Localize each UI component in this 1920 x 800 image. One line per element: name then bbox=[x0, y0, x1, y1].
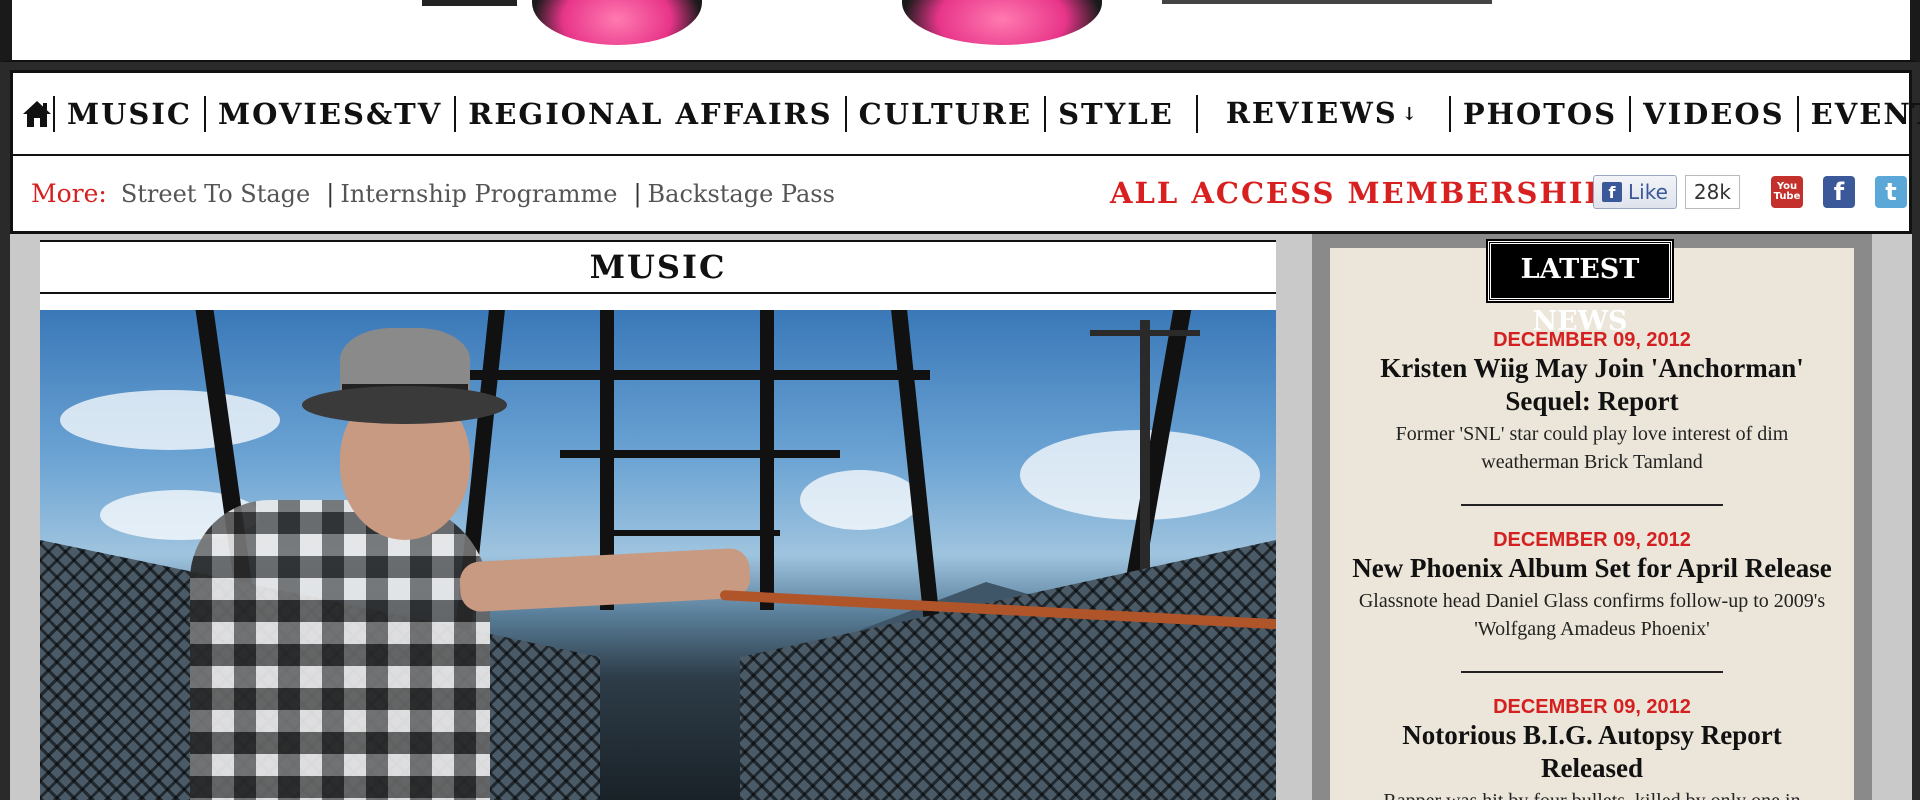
section-title: MUSIC bbox=[40, 240, 1276, 294]
like-label: Like bbox=[1628, 180, 1668, 204]
logo-decoration bbox=[1162, 0, 1492, 4]
cloud bbox=[800, 470, 920, 530]
twitter-icon[interactable]: t bbox=[1875, 176, 1907, 208]
sidebar: LATEST NEWS DECEMBER 09, 2012 Kristen Wi… bbox=[1312, 234, 1872, 800]
news-title[interactable]: Notorious B.I.G. Autopsy Report Released bbox=[1350, 719, 1834, 785]
nav-item-photos[interactable]: PHOTOS bbox=[1448, 95, 1629, 132]
news-item[interactable]: DECEMBER 09, 2012 New Phoenix Album Set … bbox=[1330, 528, 1854, 643]
like-count: 28k bbox=[1684, 175, 1740, 209]
secondary-navigation: More: Street To Stage | Internship Progr… bbox=[10, 156, 1912, 234]
facebook-icon[interactable]: f bbox=[1823, 176, 1855, 208]
nav-item-style[interactable]: STYLE bbox=[1044, 95, 1186, 132]
more-label: More: bbox=[31, 179, 107, 208]
nav-item-videos[interactable]: VIDEOS bbox=[1629, 95, 1797, 132]
membership-link[interactable]: ALL ACCESS MEMBERSHIP bbox=[1110, 176, 1608, 210]
news-item[interactable]: DECEMBER 09, 2012 Notorious B.I.G. Autop… bbox=[1330, 695, 1854, 800]
news-date: DECEMBER 09, 2012 bbox=[1493, 696, 1691, 718]
news-item[interactable]: DECEMBER 09, 2012 Kristen Wiig May Join … bbox=[1330, 328, 1854, 476]
bridge-crossbar bbox=[600, 530, 780, 536]
utility-pole bbox=[1090, 330, 1200, 336]
divider bbox=[1461, 504, 1723, 506]
music-section: MUSIC bbox=[40, 240, 1276, 800]
featured-image[interactable] bbox=[40, 310, 1276, 800]
subnav-link-backstage-pass[interactable]: Backstage Pass bbox=[648, 180, 835, 208]
nav-item-music[interactable]: MUSIC bbox=[53, 95, 204, 132]
bridge-crossbar bbox=[470, 370, 930, 380]
divider: | bbox=[326, 179, 335, 208]
home-icon[interactable] bbox=[21, 94, 53, 134]
bridge-fence bbox=[740, 540, 1276, 800]
main-navigation: MUSIC MOVIES&TV REGIONAL AFFAIRS CULTURE… bbox=[10, 70, 1920, 156]
nav-item-regional-affairs[interactable]: REGIONAL AFFAIRS bbox=[454, 95, 844, 132]
nav-item-reviews[interactable]: REVIEWS ↓ bbox=[1195, 94, 1449, 133]
news-summary: Rapper was hit by four bullets, killed b… bbox=[1350, 787, 1834, 800]
latest-news-panel: LATEST NEWS DECEMBER 09, 2012 Kristen Wi… bbox=[1330, 239, 1854, 800]
youtube-icon[interactable]: You Tube bbox=[1771, 176, 1803, 208]
utility-pole bbox=[1140, 320, 1150, 570]
divider bbox=[1461, 671, 1723, 673]
person-arm bbox=[458, 547, 752, 613]
bridge-crossbar bbox=[560, 450, 840, 458]
news-summary: Former 'SNL' star could play love intere… bbox=[1395, 423, 1789, 473]
nav-item-movies-tv[interactable]: MOVIES&TV bbox=[203, 95, 454, 132]
site-logo-header[interactable] bbox=[0, 0, 1920, 62]
cloud bbox=[60, 390, 280, 450]
news-summary: Glassnote head Daniel Glass confirms fol… bbox=[1358, 590, 1826, 640]
nav-item-culture[interactable]: CULTURE bbox=[844, 95, 1044, 132]
facebook-like-button[interactable]: f Like bbox=[1593, 175, 1677, 209]
facebook-icon: f bbox=[1602, 182, 1622, 202]
news-title[interactable]: Kristen Wiig May Join 'Anchorman' Sequel… bbox=[1350, 352, 1834, 418]
person bbox=[190, 500, 490, 800]
news-date: DECEMBER 09, 2012 bbox=[1493, 529, 1691, 551]
nav-item-reviews-label: REVIEWS bbox=[1225, 95, 1398, 130]
logo-decoration bbox=[422, 0, 517, 6]
facebook-like-widget: f Like 28k bbox=[1593, 174, 1740, 210]
bridge-beam bbox=[760, 310, 774, 610]
news-title[interactable]: New Phoenix Album Set for April Release bbox=[1350, 552, 1834, 585]
chevron-down-icon: ↓ bbox=[1401, 103, 1419, 125]
site-logo bbox=[532, 0, 702, 45]
latest-news-header: LATEST NEWS bbox=[1486, 239, 1674, 337]
site-logo-part bbox=[902, 0, 1102, 45]
hat-brim bbox=[302, 386, 507, 424]
nav-item-events[interactable]: EVENTS bbox=[1796, 95, 1920, 132]
divider: | bbox=[633, 179, 642, 208]
subnav-link-internship[interactable]: Internship Programme bbox=[340, 180, 617, 208]
subnav-link-street-to-stage[interactable]: Street To Stage bbox=[121, 180, 310, 208]
